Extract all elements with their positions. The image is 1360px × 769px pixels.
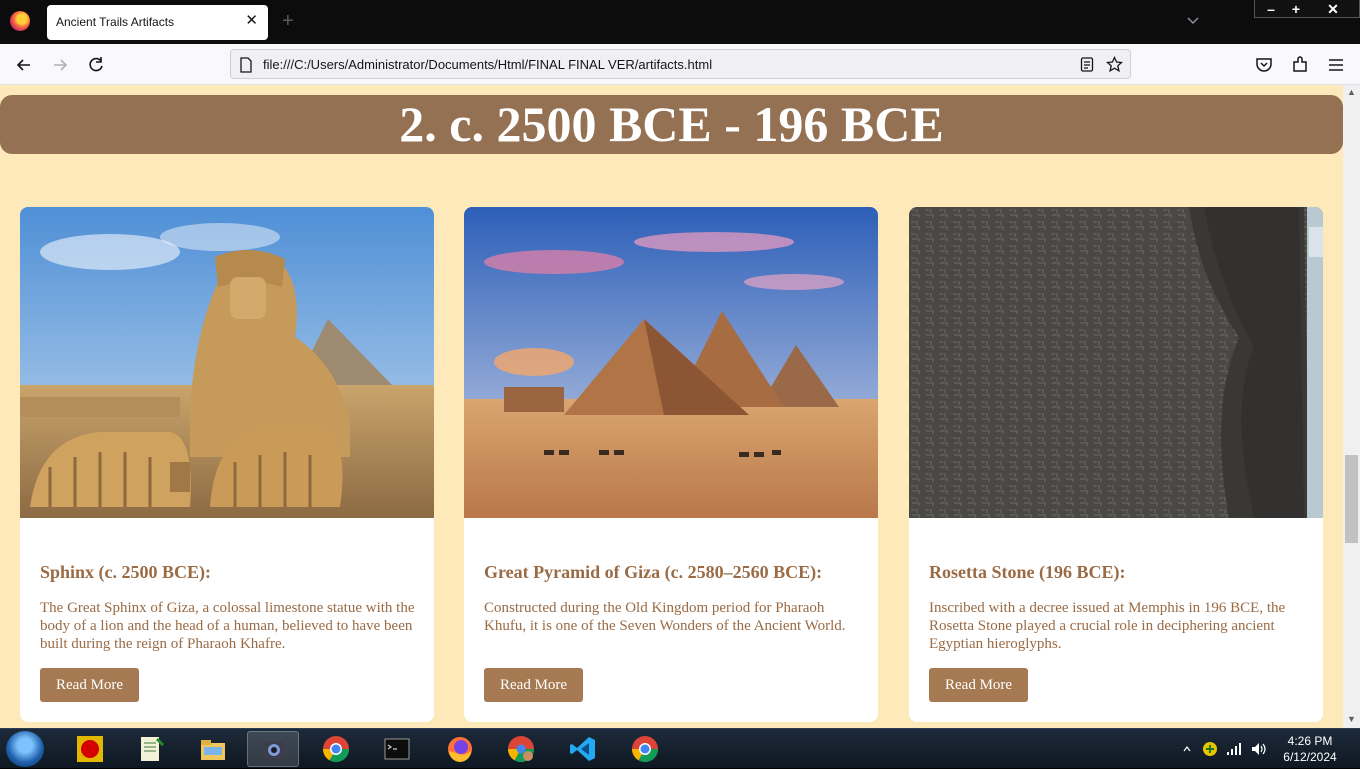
taskbar-camera-icon[interactable] bbox=[247, 731, 299, 767]
artifact-card-rosetta-stone: Rosetta Stone (196 BCE): Inscribed with … bbox=[909, 207, 1323, 722]
reader-view-icon[interactable] bbox=[1080, 57, 1094, 72]
page-content: 2. c. 2500 BCE - 196 BCE Sphinx (c. 2500… bbox=[0, 85, 1343, 728]
card-title: Rosetta Stone (196 BCE): bbox=[929, 562, 1126, 582]
tab-title: Ancient Trails Artifacts bbox=[56, 15, 175, 29]
chevron-down-icon[interactable] bbox=[1186, 14, 1200, 28]
taskbar-notepad-icon[interactable] bbox=[125, 731, 177, 767]
card-description: Inscribed with a decree issued at Memphi… bbox=[929, 600, 1286, 652]
taskbar-command-prompt-icon[interactable] bbox=[371, 731, 423, 767]
taskbar-chrome-profile-icon[interactable] bbox=[495, 731, 547, 767]
artifact-card-great-pyramid: Great Pyramid of Giza (c. 2580–2560 BCE)… bbox=[464, 207, 878, 722]
card-title: Sphinx (c. 2500 BCE): bbox=[40, 562, 212, 582]
windows-taskbar: 4:26 PM 6/12/2024 bbox=[0, 728, 1360, 768]
taskbar-firefox-icon[interactable] bbox=[434, 731, 486, 767]
rosetta-stone-photo bbox=[909, 207, 1323, 518]
show-hidden-icons-icon[interactable] bbox=[1182, 744, 1192, 754]
read-more-button[interactable]: Read More bbox=[929, 668, 1029, 702]
era-heading: 2. c. 2500 BCE - 196 BCE bbox=[399, 96, 944, 152]
reload-icon[interactable] bbox=[86, 55, 106, 75]
firefox-logo-icon bbox=[10, 11, 30, 31]
pocket-icon[interactable] bbox=[1254, 55, 1274, 75]
taskbar-chrome-icon-2[interactable] bbox=[619, 731, 671, 767]
new-tab-button[interactable]: + bbox=[282, 11, 294, 31]
page-icon bbox=[240, 57, 252, 73]
url-text: file:///C:/Users/Administrator/Documents… bbox=[263, 57, 713, 72]
artifact-card-sphinx: Sphinx (c. 2500 BCE): The Great Sphinx o… bbox=[20, 207, 434, 722]
bookmark-star-icon[interactable] bbox=[1106, 56, 1123, 73]
address-bar[interactable]: file:///C:/Users/Administrator/Documents… bbox=[230, 49, 1131, 79]
menu-hamburger-icon[interactable] bbox=[1326, 55, 1346, 75]
scroll-thumb[interactable] bbox=[1345, 455, 1358, 543]
sphinx-photo bbox=[20, 207, 434, 518]
clock-date: 6/12/2024 bbox=[1283, 750, 1337, 764]
pyramids-photo bbox=[464, 207, 878, 518]
card-description: The Great Sphinx of Giza, a colossal lim… bbox=[40, 600, 415, 652]
era-banner: 2. c. 2500 BCE - 196 BCE bbox=[0, 95, 1343, 154]
volume-icon[interactable] bbox=[1250, 741, 1268, 757]
active-tab[interactable]: Ancient Trails Artifacts ✕ bbox=[47, 5, 268, 40]
read-more-button[interactable]: Read More bbox=[40, 668, 140, 702]
tab-bar: Ancient Trails Artifacts ✕ + – + ✕ bbox=[0, 0, 1360, 44]
extensions-icon[interactable] bbox=[1290, 55, 1310, 75]
read-more-button[interactable]: Read More bbox=[484, 668, 584, 702]
close-tab-icon[interactable]: ✕ bbox=[245, 13, 258, 29]
start-button[interactable] bbox=[6, 731, 44, 767]
taskbar-vscode-icon[interactable] bbox=[557, 731, 609, 767]
scroll-down-arrow-icon[interactable]: ▼ bbox=[1346, 714, 1357, 724]
maximize-button[interactable]: + bbox=[1279, 0, 1313, 18]
page-scrollbar[interactable]: ▲ ▼ bbox=[1343, 85, 1360, 728]
taskbar-file-explorer-icon[interactable] bbox=[187, 731, 239, 767]
system-clock[interactable]: 4:26 PM 6/12/2024 bbox=[1270, 733, 1350, 765]
card-title: Great Pyramid of Giza (c. 2580–2560 BCE)… bbox=[484, 562, 823, 582]
taskbar-app-red-icon[interactable] bbox=[64, 731, 116, 767]
network-signal-icon[interactable] bbox=[1226, 741, 1242, 757]
back-arrow-icon[interactable] bbox=[14, 55, 34, 75]
clock-time: 4:26 PM bbox=[1287, 734, 1333, 748]
security-shield-icon[interactable] bbox=[1202, 741, 1218, 757]
card-description: Constructed during the Old Kingdom perio… bbox=[484, 600, 846, 634]
navigation-toolbar: file:///C:/Users/Administrator/Documents… bbox=[0, 44, 1360, 85]
forward-arrow-icon[interactable] bbox=[50, 55, 70, 75]
close-window-button[interactable]: ✕ bbox=[1316, 0, 1350, 18]
scroll-up-arrow-icon[interactable]: ▲ bbox=[1346, 87, 1357, 97]
taskbar-chrome-icon[interactable] bbox=[310, 731, 362, 767]
